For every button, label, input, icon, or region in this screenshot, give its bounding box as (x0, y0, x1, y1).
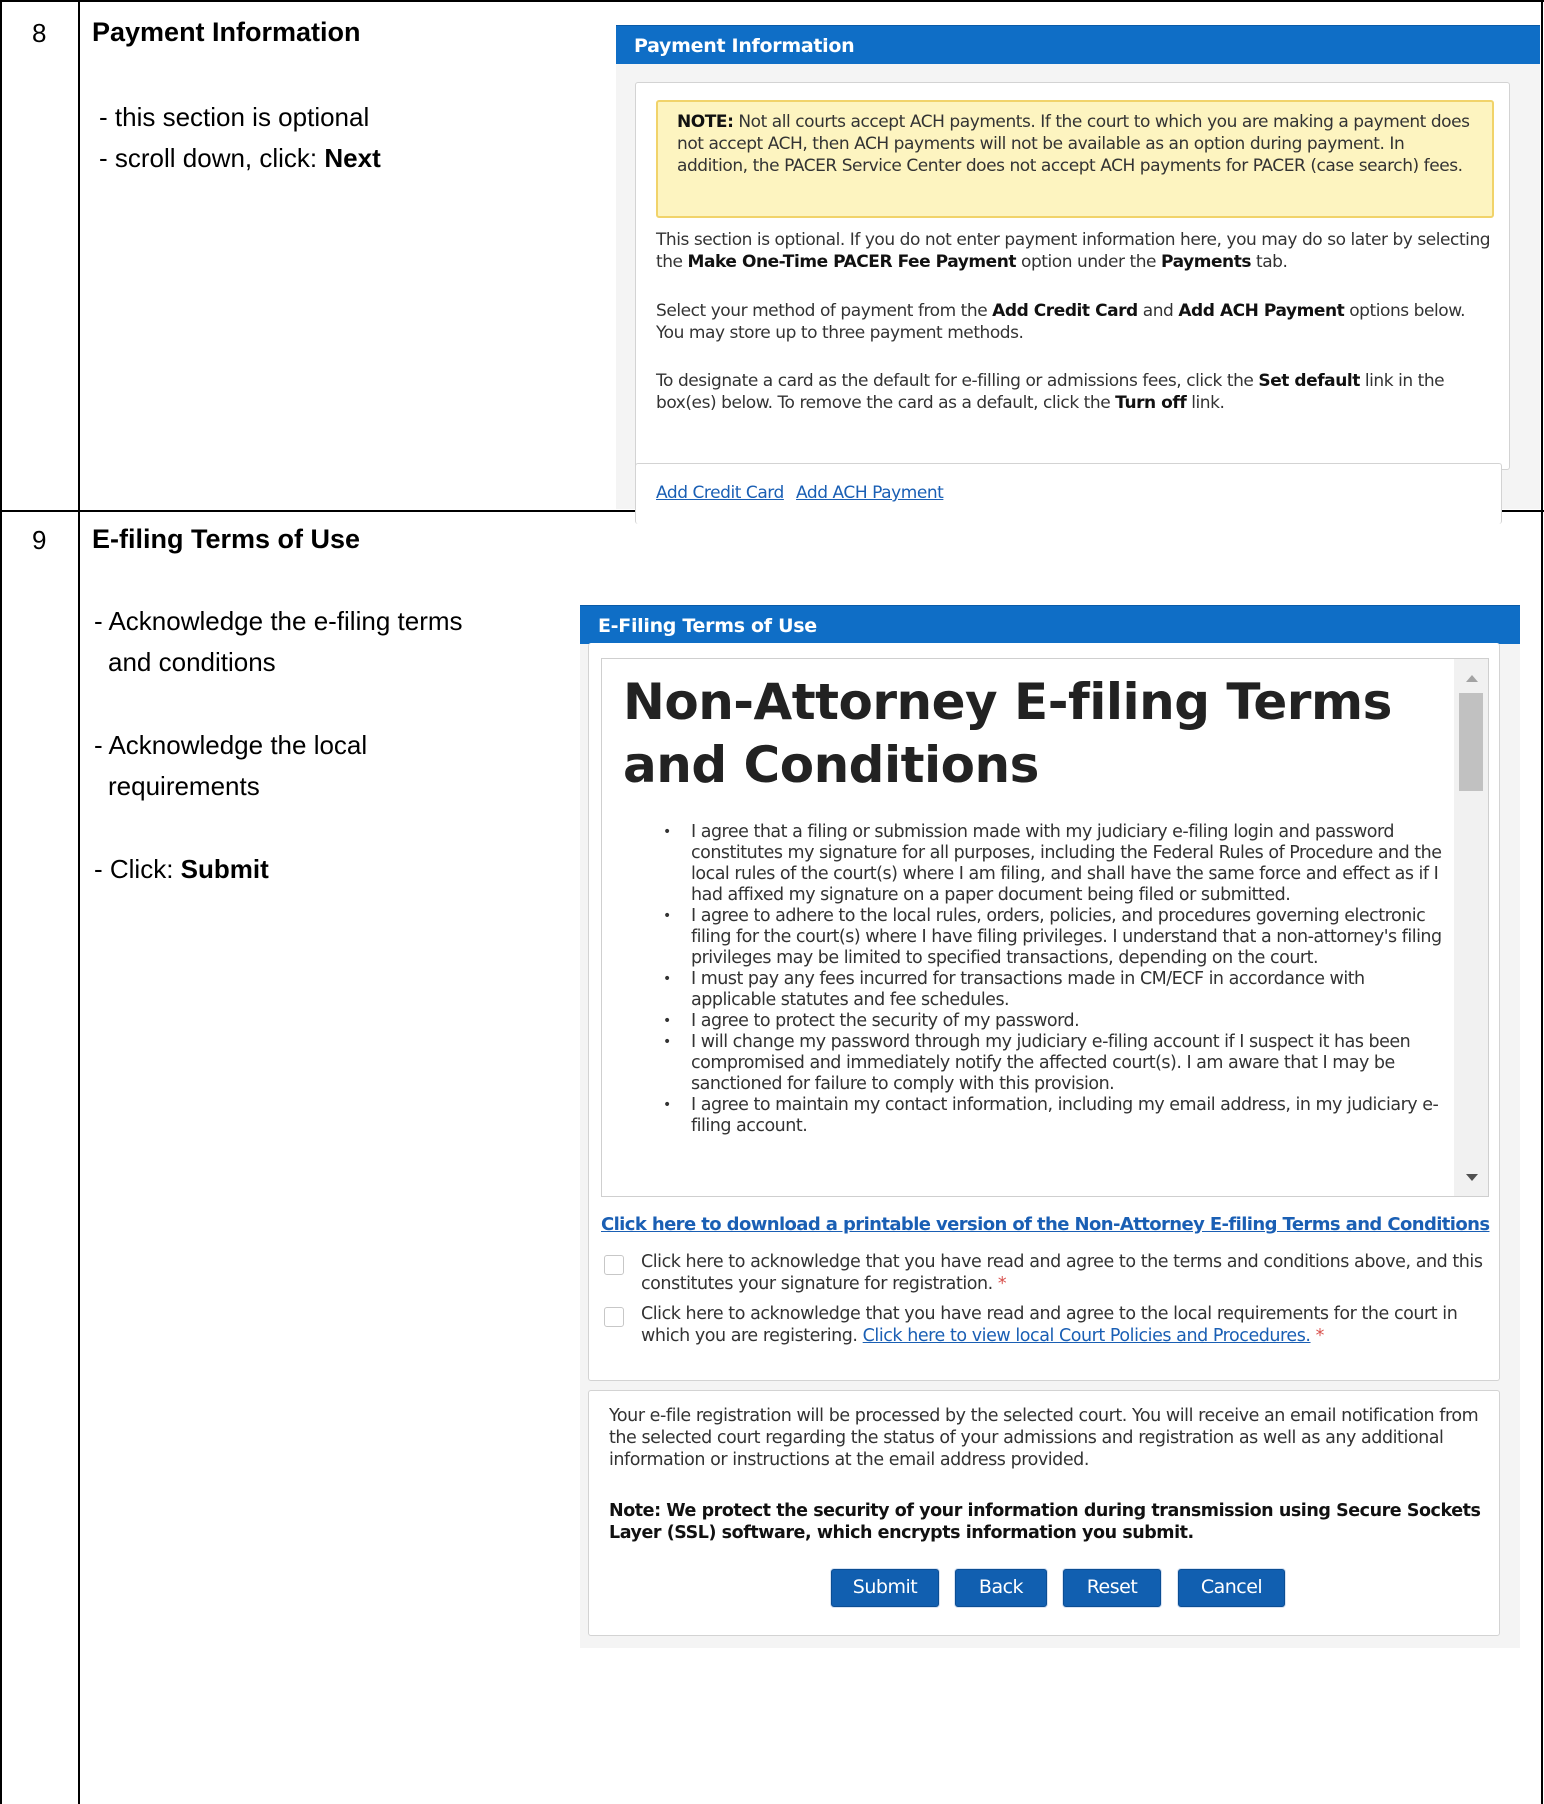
instruction-line: - scroll down, click: Next (99, 138, 381, 179)
scroll-up-icon[interactable] (1466, 675, 1478, 682)
add-credit-card-link[interactable]: Add Credit Card (656, 482, 784, 504)
required-mark: * (997, 1274, 1007, 1294)
terms-box: Non-Attorney E-filing Terms and Conditio… (588, 643, 1500, 1381)
table-border-left (0, 0, 2, 1804)
panel-header: Payment Information (616, 25, 1540, 64)
local-policies-link[interactable]: Click here to view local Court Policies … (863, 1326, 1311, 1346)
instruction-line: - Click: Submit (94, 849, 463, 890)
instruction-line: and conditions (108, 647, 276, 677)
terms-item: I agree that a filing or submission made… (623, 822, 1443, 906)
instruction-text: - scroll down, click: (99, 143, 325, 173)
e-filing-terms-panel: E-Filing Terms of Use Non-Attorney E-fil… (580, 605, 1520, 1648)
step-instructions: - this section is optional - scroll down… (99, 97, 381, 179)
payment-method-paragraph: Select your method of payment from the A… (656, 301, 1466, 343)
instruction-line: - Acknowledge the e-filing terms (94, 606, 463, 636)
instruction-line: requirements (108, 771, 260, 801)
scrollbar-thumb[interactable] (1459, 693, 1483, 791)
instruction-line: - this section is optional (99, 102, 370, 132)
cancel-button[interactable]: Cancel (1178, 1569, 1285, 1607)
step-number: 8 (32, 18, 47, 48)
terms-item: I must pay any fees incurred for transac… (623, 969, 1443, 1011)
default-card-paragraph: To designate a card as the default for e… (656, 371, 1445, 413)
required-mark: * (1315, 1326, 1325, 1346)
step-instructions: - Acknowledge the e-filing terms and con… (94, 601, 463, 890)
instruction-text: - Click: (94, 854, 181, 884)
table-border-top (0, 0, 1544, 2)
terms-heading: Non-Attorney E-filing Terms and Conditio… (623, 673, 1392, 794)
terms-scroll-area[interactable]: Non-Attorney E-filing Terms and Conditio… (601, 658, 1489, 1197)
payment-info-box: NOTE: Not all courts accept ACH payments… (635, 82, 1510, 470)
instruction-action: Next (324, 143, 381, 173)
processing-text: Your e-file registration will be process… (609, 1406, 1479, 1470)
add-ach-payment-link[interactable]: Add ACH Payment (796, 482, 944, 504)
terms-item: I agree to adhere to the local rules, or… (623, 906, 1443, 969)
note-text: Not all courts accept ACH payments. If t… (677, 112, 1470, 176)
security-note: Note: We protect the security of your in… (609, 1501, 1481, 1543)
terms-item: I will change my password through my jud… (623, 1032, 1443, 1095)
panel-header: E-Filing Terms of Use (580, 605, 1520, 644)
add-payment-box: Add Credit Card Add ACH Payment (635, 463, 1502, 524)
terms-item: I agree to maintain my contact informati… (623, 1095, 1443, 1137)
step-title: Payment Information (92, 17, 361, 47)
local-ack-label: Click here to acknowledge that you have … (641, 1304, 1458, 1346)
submission-box: Your e-file registration will be process… (588, 1390, 1500, 1636)
terms-list: I agree that a filing or submission made… (623, 822, 1443, 1137)
step-number: 9 (32, 525, 47, 555)
terms-scrollbar[interactable] (1454, 659, 1488, 1196)
terms-item: I agree to protect the security of my pa… (623, 1011, 1443, 1032)
step-title: E-filing Terms of Use (92, 524, 361, 554)
terms-ack-label: Click here to acknowledge that you have … (641, 1252, 1483, 1294)
table-column-divider (78, 0, 80, 1804)
table-border-right (1541, 0, 1543, 1804)
optional-paragraph: This section is optional. If you do not … (656, 230, 1491, 272)
ach-note: NOTE: Not all courts accept ACH payments… (656, 100, 1494, 218)
instruction-line: - Acknowledge the local (94, 730, 368, 760)
reset-button[interactable]: Reset (1063, 1569, 1161, 1607)
submit-button[interactable]: Submit (831, 1569, 939, 1607)
instruction-action: Submit (180, 854, 269, 884)
note-label: NOTE: (677, 112, 734, 132)
local-requirements-checkbox[interactable] (604, 1307, 624, 1327)
back-button[interactable]: Back (955, 1569, 1047, 1607)
scroll-down-icon[interactable] (1466, 1174, 1478, 1181)
download-terms-link[interactable]: Click here to download a printable versi… (601, 1214, 1490, 1235)
terms-checkbox[interactable] (604, 1255, 624, 1275)
payment-information-panel: Payment Information NOTE: Not all courts… (616, 25, 1540, 524)
